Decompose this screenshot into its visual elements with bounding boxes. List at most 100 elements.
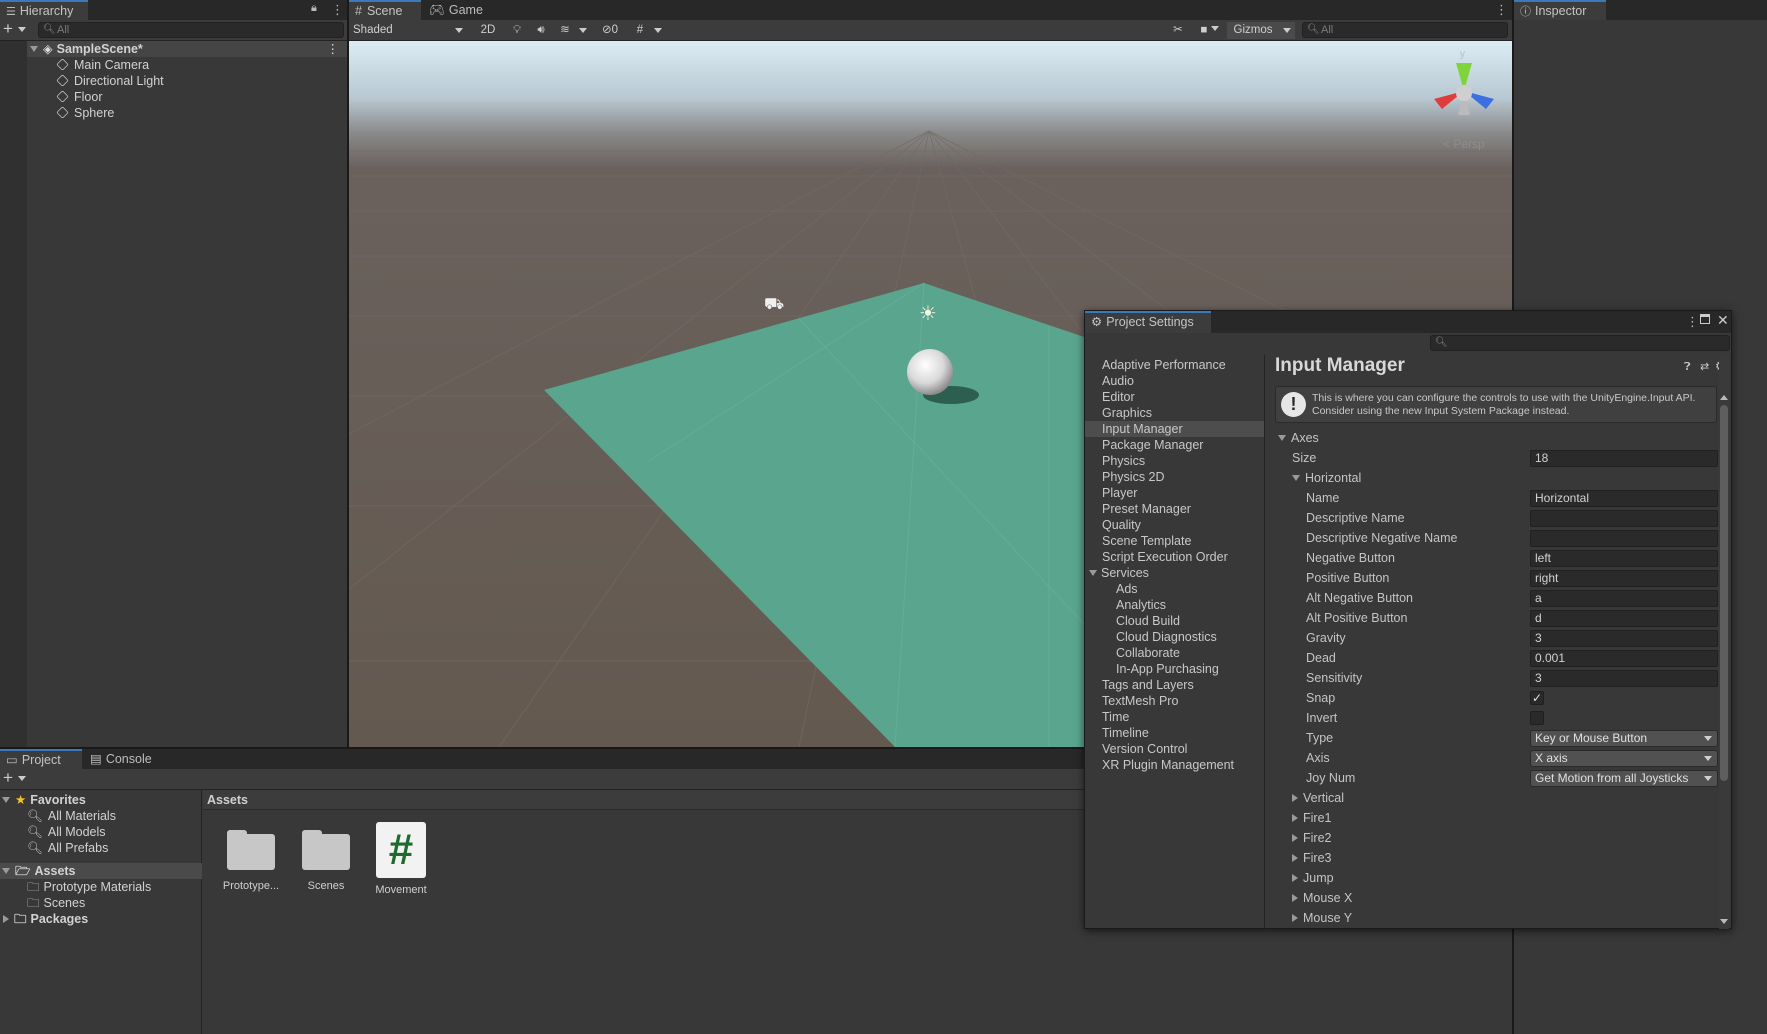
sensitivity-field[interactable]: 3 bbox=[1530, 670, 1718, 687]
settings-subcategory-item[interactable]: In-App Purchasing bbox=[1116, 661, 1219, 677]
assets-root-item[interactable]: 🗁︎ Assets bbox=[0, 863, 202, 879]
settings-category-item[interactable]: Scene Template bbox=[1102, 533, 1191, 549]
assets-item-scenes[interactable]: 🗀︎ Scenes bbox=[27, 895, 85, 911]
asset-folder-prototype[interactable]: Prototype... bbox=[215, 822, 287, 892]
settings-category-item[interactable]: Quality bbox=[1102, 517, 1141, 533]
scene-search-input[interactable]: 🔍︎ All bbox=[1302, 22, 1508, 38]
settings-category-item[interactable]: Physics bbox=[1102, 453, 1145, 469]
axis-foldout-fire2[interactable]: Fire2 bbox=[1292, 829, 1331, 847]
dead-field[interactable]: 0.001 bbox=[1530, 650, 1718, 667]
scene-root-item[interactable]: ◈ SampleScene* ⋮ bbox=[27, 41, 347, 57]
scroll-up-arrow[interactable] bbox=[1720, 395, 1728, 400]
collapse-caret-icon[interactable] bbox=[1292, 814, 1298, 822]
alt-positive-button-field[interactable]: d bbox=[1530, 610, 1718, 627]
tab-console[interactable]: ▤ Console bbox=[84, 749, 164, 769]
settings-search-input[interactable]: 🔍︎ bbox=[1430, 335, 1730, 351]
settings-category-item[interactable]: Editor bbox=[1102, 389, 1135, 405]
tab-hierarchy[interactable]: ☰ Hierarchy bbox=[0, 0, 88, 20]
gravity-field[interactable]: 3 bbox=[1530, 630, 1718, 647]
collapse-caret-icon[interactable] bbox=[3, 915, 9, 923]
projection-toggle[interactable]: < Persp bbox=[1443, 137, 1485, 151]
axis-foldout-fire1[interactable]: Fire1 bbox=[1292, 809, 1331, 827]
expand-caret-icon[interactable] bbox=[1292, 475, 1300, 481]
settings-category-item[interactable]: Preset Manager bbox=[1102, 501, 1191, 517]
settings-category-item-selected[interactable]: Input Manager bbox=[1085, 421, 1264, 437]
axis-foldout-jump[interactable]: Jump bbox=[1292, 869, 1334, 887]
scene-more-icon[interactable]: ⋮ bbox=[327, 41, 340, 57]
favorites-header[interactable]: ★ Favorites bbox=[0, 792, 86, 808]
chevron-down-icon[interactable] bbox=[18, 776, 26, 781]
hierarchy-item-floor[interactable]: Floor bbox=[56, 89, 102, 105]
lock-icon[interactable]: 🔒︎ bbox=[311, 2, 317, 15]
axis-foldout-fire3[interactable]: Fire3 bbox=[1292, 849, 1331, 867]
invert-checkbox[interactable] bbox=[1530, 711, 1544, 725]
audio-toggle-button[interactable]: 🔊︎ bbox=[530, 22, 552, 39]
orientation-gizmo[interactable]: y x z < Persp bbox=[1424, 49, 1504, 159]
grid-toggle-button[interactable]: # bbox=[629, 22, 651, 39]
chevron-down-icon[interactable] bbox=[18, 27, 26, 32]
shading-mode-dropdown[interactable]: Shaded bbox=[351, 22, 467, 39]
expand-caret-icon[interactable] bbox=[2, 868, 10, 874]
favorite-item-all-materials[interactable]: 🔍︎ All Materials bbox=[27, 808, 116, 824]
tab-project[interactable]: ▭ Project bbox=[0, 749, 82, 769]
assets-item-prototype-materials[interactable]: 🗀︎ Prototype Materials bbox=[27, 879, 151, 895]
gizmos-dropdown-button[interactable] bbox=[1279, 22, 1295, 39]
settings-category-item[interactable]: XR Plugin Management bbox=[1102, 757, 1234, 773]
alt-negative-button-field[interactable]: a bbox=[1530, 590, 1718, 607]
descriptive-name-field[interactable] bbox=[1530, 510, 1718, 527]
settings-category-item[interactable]: Time bbox=[1102, 709, 1129, 725]
favorite-item-all-prefabs[interactable]: 🔍︎ All Prefabs bbox=[27, 840, 108, 856]
settings-category-item[interactable]: Tags and Layers bbox=[1102, 677, 1194, 693]
more-options-icon[interactable]: ⋮ bbox=[1686, 314, 1699, 330]
settings-subcategory-item[interactable]: Cloud Build bbox=[1116, 613, 1180, 629]
snap-checkbox[interactable]: ✓ bbox=[1530, 691, 1544, 705]
close-icon[interactable]: ✕ bbox=[1717, 312, 1729, 329]
hierarchy-item-main-camera[interactable]: Main Camera bbox=[56, 57, 149, 73]
asset-script-movement[interactable]: # Movement bbox=[365, 822, 437, 896]
packages-root-item[interactable]: 🗀︎ Packages bbox=[0, 911, 88, 927]
settings-category-item[interactable]: Player bbox=[1102, 485, 1137, 501]
scroll-down-arrow[interactable] bbox=[1720, 919, 1728, 924]
settings-subcategory-item[interactable]: Analytics bbox=[1116, 597, 1166, 613]
camera-gizmo-icon[interactable]: ⛟ bbox=[764, 295, 784, 315]
settings-category-item[interactable]: Version Control bbox=[1102, 741, 1187, 757]
sphere-object[interactable] bbox=[907, 349, 953, 395]
add-button[interactable]: + bbox=[3, 19, 13, 39]
name-field[interactable]: Horizontal bbox=[1530, 490, 1718, 507]
scene-visibility-button[interactable]: ⊘0 bbox=[595, 22, 625, 39]
breadcrumb-assets[interactable]: Assets bbox=[207, 793, 248, 807]
horizontal-foldout[interactable]: Horizontal bbox=[1292, 469, 1361, 487]
expand-caret-icon[interactable] bbox=[1278, 435, 1286, 441]
hierarchy-search-input[interactable]: 🔍︎ All bbox=[38, 22, 344, 38]
grid-dropdown-button[interactable] bbox=[651, 22, 665, 39]
settings-category-item[interactable]: TextMesh Pro bbox=[1102, 693, 1178, 709]
settings-category-item[interactable]: Timeline bbox=[1102, 725, 1149, 741]
asset-folder-scenes[interactable]: Scenes bbox=[290, 822, 362, 892]
hierarchy-item-directional-light[interactable]: Directional Light bbox=[56, 73, 164, 89]
settings-category-item[interactable]: Physics 2D bbox=[1102, 469, 1165, 485]
settings-category-item[interactable]: Adaptive Performance bbox=[1102, 357, 1226, 373]
descriptive-negative-name-field[interactable] bbox=[1530, 530, 1718, 547]
collapse-caret-icon[interactable] bbox=[1292, 794, 1298, 802]
axes-foldout[interactable]: Axes bbox=[1278, 429, 1319, 447]
effects-dropdown-button[interactable] bbox=[576, 22, 590, 39]
settings-subcategory-item[interactable]: Ads bbox=[1116, 581, 1138, 597]
favorite-item-all-models[interactable]: 🔍︎ All Models bbox=[27, 824, 106, 840]
scrollbar-thumb[interactable] bbox=[1720, 405, 1728, 781]
tools-button[interactable]: ✂ bbox=[1167, 22, 1189, 39]
expand-caret-icon[interactable] bbox=[30, 46, 38, 52]
sun-gizmo-icon[interactable]: ☀ bbox=[919, 301, 937, 326]
collapse-caret-icon[interactable] bbox=[1292, 854, 1298, 862]
tab-project-settings[interactable]: ⚙ Project Settings bbox=[1085, 311, 1211, 333]
gizmos-button[interactable]: Gizmos bbox=[1227, 22, 1279, 39]
lighting-toggle-button[interactable]: 💡︎ bbox=[506, 22, 528, 39]
more-options-icon[interactable]: ⋮ bbox=[331, 2, 344, 18]
settings-category-item[interactable]: Audio bbox=[1102, 373, 1134, 389]
toggle-2d-button[interactable]: 2D bbox=[476, 22, 500, 39]
joy-num-dropdown[interactable]: Get Motion from all Joysticks bbox=[1530, 770, 1718, 787]
settings-subcategory-item[interactable]: Collaborate bbox=[1116, 645, 1180, 661]
axis-foldout-mouse-x[interactable]: Mouse X bbox=[1292, 889, 1352, 907]
camera-settings-button[interactable]: ■ bbox=[1195, 22, 1225, 39]
negative-button-field[interactable]: left bbox=[1530, 550, 1718, 567]
tab-game[interactable]: 🎮︎ Game bbox=[423, 0, 495, 20]
